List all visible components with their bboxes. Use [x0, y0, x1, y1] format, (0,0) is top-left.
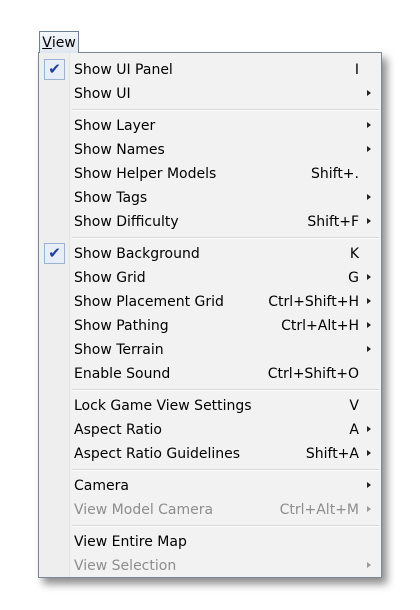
menu-item-camera[interactable]: Camera: [39, 474, 381, 498]
menu-item-show-ui[interactable]: Show UI: [39, 82, 381, 106]
menu-item-show-names[interactable]: Show Names: [39, 138, 381, 162]
menu-item-label: Lock Game View Settings: [74, 398, 252, 414]
menu-item-label: Show Difficulty: [74, 214, 179, 230]
menu-item-enable-sound[interactable]: Enable Sound Ctrl+Shift+O: [39, 362, 381, 386]
submenu-arrow-icon: [367, 482, 371, 488]
menu-item-label: View Model Camera: [74, 502, 214, 518]
menu-item-label: Show Pathing: [74, 318, 169, 334]
menu-item-view-model-camera: View Model Camera Ctrl+Alt+M: [39, 498, 381, 522]
menu-item-label: View Entire Map: [74, 534, 187, 550]
menu-item-shortcut: A: [349, 422, 359, 438]
menu-separator: [39, 106, 381, 114]
view-mnemonic: V: [42, 34, 52, 51]
menu-item-label: Aspect Ratio Guidelines: [74, 446, 241, 462]
submenu-arrow-icon: [367, 322, 371, 328]
menu-item-label: Show Names: [74, 142, 165, 158]
menu-item-aspect-ratio[interactable]: Aspect Ratio A: [39, 418, 381, 442]
menu-item-label: Show Helper Models: [74, 166, 217, 182]
menu-item-label: View Selection: [74, 558, 177, 574]
submenu-arrow-icon: [367, 90, 371, 96]
menu-item-shortcut: Ctrl+Alt+M: [279, 502, 359, 518]
submenu-arrow-icon: [367, 562, 371, 568]
submenu-arrow-icon: [367, 346, 371, 352]
menu-items: ✔ Show UI Panel I Show UI Show Layer Show Nam…: [39, 53, 381, 578]
menu-item-lock-game-view-settings[interactable]: Lock Game View Settings V: [39, 394, 381, 418]
menu-item-label: Camera: [74, 478, 129, 494]
menu-item-show-helper-models[interactable]: Show Helper Models Shift+.: [39, 162, 381, 186]
submenu-arrow-icon: [367, 146, 371, 152]
menu-item-label: Show Placement Grid: [74, 294, 224, 310]
menu-item-label: Show Layer: [74, 118, 156, 134]
view-dropdown-menu: ✔ Show UI Panel I Show UI Show Layer Show Nam…: [38, 52, 382, 578]
submenu-arrow-icon: [367, 218, 371, 224]
menu-item-label: Show UI Panel: [74, 62, 173, 78]
checkmark-icon: ✔: [44, 59, 65, 80]
menu-item-shortcut: Ctrl+Shift+O: [267, 366, 359, 382]
menu-item-shortcut: V: [349, 398, 359, 414]
menu-item-view-entire-map[interactable]: View Entire Map: [39, 530, 381, 554]
submenu-arrow-icon: [367, 298, 371, 304]
menu-item-show-terrain[interactable]: Show Terrain: [39, 338, 381, 362]
menu-item-shortcut: I: [354, 62, 359, 78]
checkmark-icon: ✔: [44, 243, 65, 264]
menu-item-shortcut: Ctrl+Alt+H: [281, 318, 359, 334]
menu-item-shortcut: Shift+A: [305, 446, 359, 462]
menu-bar-view[interactable]: View: [39, 31, 79, 53]
menu-item-show-placement-grid[interactable]: Show Placement Grid Ctrl+Shift+H: [39, 290, 381, 314]
submenu-arrow-icon: [367, 426, 371, 432]
menu-item-show-pathing[interactable]: Show Pathing Ctrl+Alt+H: [39, 314, 381, 338]
menu-separator: [39, 522, 381, 530]
menu-item-shortcut: Shift+.: [310, 166, 359, 182]
menu-separator: [39, 386, 381, 394]
submenu-arrow-icon: [367, 506, 371, 512]
submenu-arrow-icon: [367, 194, 371, 200]
menu-item-view-selection: View Selection: [39, 554, 381, 578]
menu-item-label: Show Tags: [74, 190, 148, 206]
menu-item-shortcut: K: [349, 246, 359, 262]
menu-item-aspect-ratio-guidelines[interactable]: Aspect Ratio Guidelines Shift+A: [39, 442, 381, 466]
menu-item-show-layer[interactable]: Show Layer: [39, 114, 381, 138]
menu-item-show-background[interactable]: ✔ Show Background K: [39, 242, 381, 266]
menu-item-show-tags[interactable]: Show Tags: [39, 186, 381, 210]
menu-item-label: Enable Sound: [74, 366, 171, 382]
menu-item-shortcut: Ctrl+Shift+H: [268, 294, 359, 310]
menu-item-label: Show Grid: [74, 270, 146, 286]
menu-separator: [39, 466, 381, 474]
menu-item-label: Show Background: [74, 246, 200, 262]
menu-item-shortcut: G: [348, 270, 359, 286]
menu-separator: [39, 234, 381, 242]
menu-item-show-difficulty[interactable]: Show Difficulty Shift+F: [39, 210, 381, 234]
menu-item-show-grid[interactable]: Show Grid G: [39, 266, 381, 290]
submenu-arrow-icon: [367, 122, 371, 128]
menu-item-shortcut: Shift+F: [307, 214, 359, 230]
menu-item-label: Aspect Ratio: [74, 422, 162, 438]
menu-item-label: Show UI: [74, 86, 131, 102]
menu-item-label: Show Terrain: [74, 342, 164, 358]
menu-item-show-ui-panel[interactable]: ✔ Show UI Panel I: [39, 58, 381, 82]
view-label-rest: iew: [51, 34, 76, 51]
submenu-arrow-icon: [367, 274, 371, 280]
submenu-arrow-icon: [367, 450, 371, 456]
